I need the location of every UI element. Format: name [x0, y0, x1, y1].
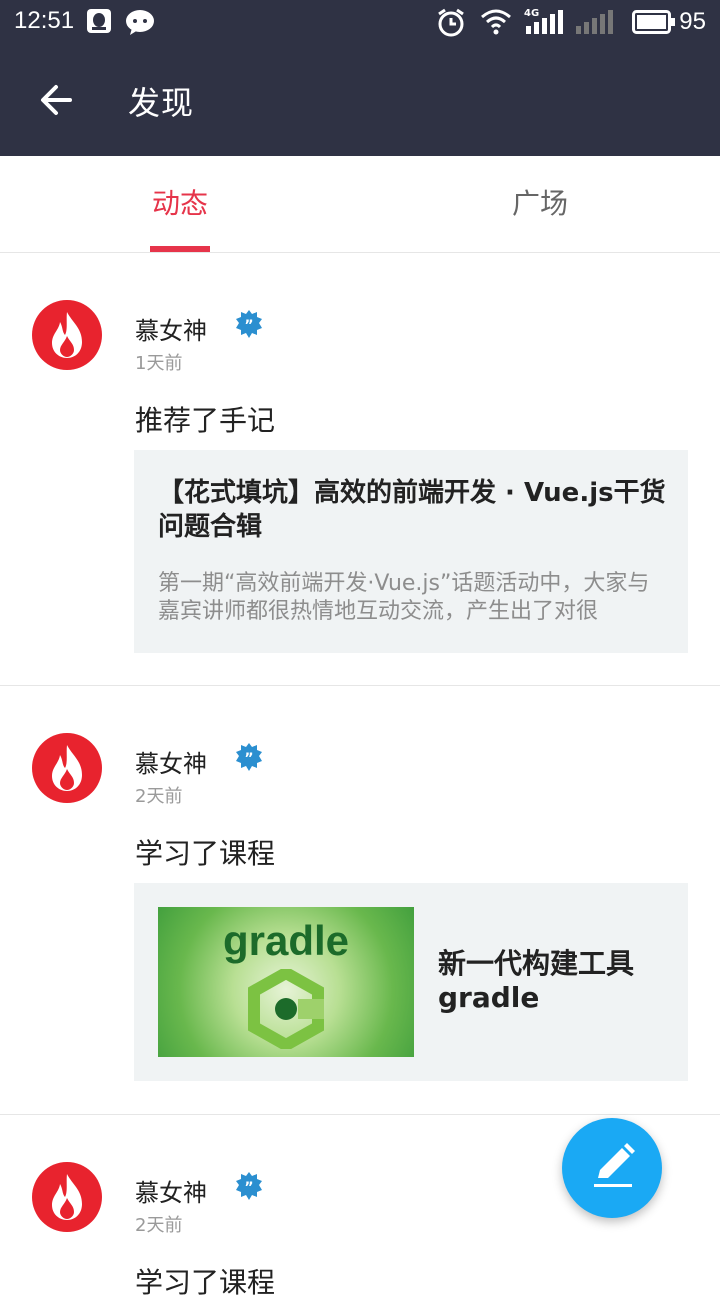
article-excerpt: 第一期“高效前端开发·Vue.js”话题活动中，大家与嘉宾讲师都很热情地互动交流…: [158, 571, 650, 624]
status-bar: 12:51 4G 95: [0, 0, 720, 44]
avatar[interactable]: [32, 733, 102, 803]
course-thumbnail-logo-text: gradle: [222, 917, 350, 964]
gradle-logo-icon: [248, 969, 324, 1049]
svg-text:”: ”: [244, 751, 253, 767]
edit-pencil-icon: [594, 1143, 635, 1187]
course-card[interactable]: gradle 新一代构建工具gradle: [134, 883, 688, 1081]
flame-icon: [52, 1174, 82, 1220]
arrow-left-icon[interactable]: [32, 76, 80, 124]
post-time: 2天前: [135, 1215, 183, 1236]
battery-level: 95: [679, 8, 706, 35]
wifi-icon: [481, 9, 511, 35]
qq-icon: [87, 9, 111, 33]
avatar[interactable]: [32, 300, 102, 370]
status-time: 12:51: [14, 7, 75, 34]
flame-icon: [52, 745, 82, 791]
post-action: 推荐了手记: [135, 404, 276, 437]
post-action: 学习了课程: [135, 837, 276, 870]
svg-text:”: ”: [244, 318, 253, 334]
wechat-icon: [126, 10, 154, 35]
compose-button[interactable]: [562, 1118, 662, 1218]
verified-badge-icon: ”: [236, 310, 262, 338]
flame-icon: [52, 312, 82, 358]
signal-icon: [526, 10, 563, 34]
article-card[interactable]: 【花式填坑】高效的前端开发 · Vue.js干货问题合辑 第一期“高效前端开发·…: [134, 450, 688, 653]
tab-bar: 动态 广场: [0, 156, 720, 253]
signal-no-service-icon: [576, 10, 613, 34]
page-title: 发现: [128, 84, 195, 122]
author-name[interactable]: 慕女神: [135, 311, 207, 346]
avatar[interactable]: [32, 1162, 102, 1232]
tab-indicator: [150, 246, 210, 252]
svg-text:”: ”: [244, 1180, 253, 1196]
verified-badge-icon: ”: [236, 1172, 262, 1200]
battery-icon: [632, 10, 675, 34]
feed-item[interactable]: 慕女神 ” 2天前 学习了课程 gradle 新一代构建工具gradle: [0, 686, 720, 1115]
article-title: 【花式填坑】高效的前端开发 · Vue.js干货问题合辑: [158, 478, 666, 542]
course-thumbnail: gradle: [158, 907, 414, 1057]
post-time: 1天前: [135, 353, 183, 374]
alarm-icon: [438, 8, 464, 37]
author-name[interactable]: 慕女神: [135, 1173, 207, 1208]
feed-item[interactable]: 慕女神 ” 1天前 推荐了手记 【花式填坑】高效的前端开发 · Vue.js干货…: [0, 253, 720, 686]
tab-square[interactable]: 广场: [360, 156, 720, 252]
verified-badge-icon: ”: [236, 743, 262, 771]
app-bar: 发现: [0, 44, 720, 156]
author-name[interactable]: 慕女神: [135, 744, 207, 779]
tab-feed[interactable]: 动态: [0, 156, 360, 252]
course-title: 新一代构建工具gradle: [438, 947, 635, 1014]
post-time: 2天前: [135, 786, 183, 807]
post-action: 学习了课程: [135, 1266, 276, 1299]
